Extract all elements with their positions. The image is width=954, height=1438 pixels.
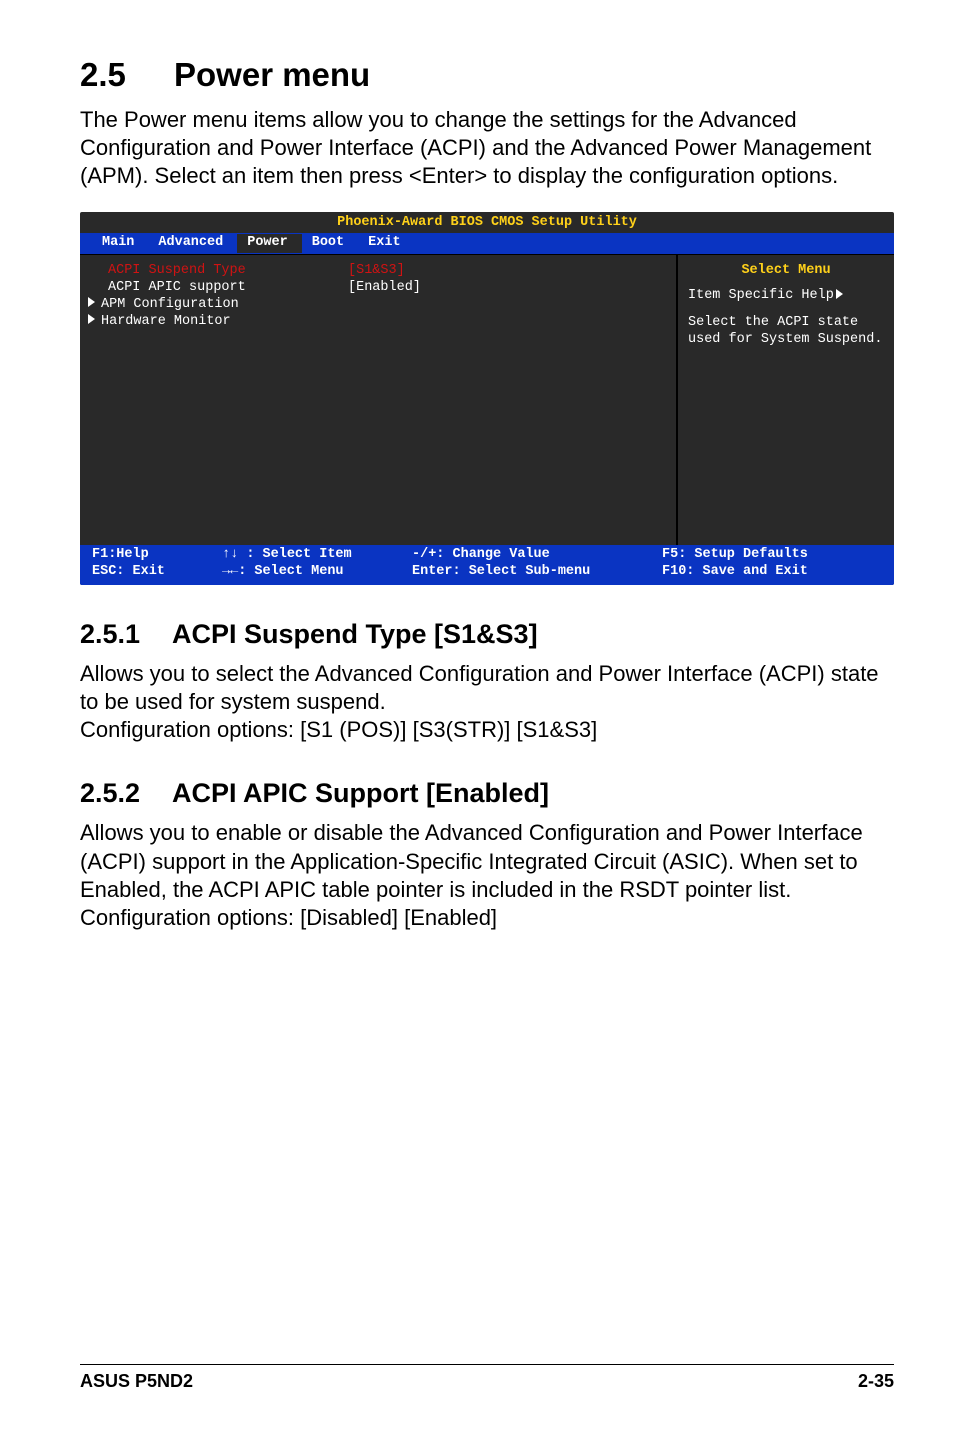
tab-advanced[interactable]: Advanced bbox=[148, 234, 237, 253]
item-value: [Enabled] bbox=[348, 280, 421, 297]
key-enter-submenu: Enter: Select Sub-menu bbox=[412, 564, 662, 581]
page-footer: ASUS P5ND2 2-35 bbox=[80, 1364, 894, 1392]
item-value: [S1&S3] bbox=[348, 263, 405, 280]
body-text: Allows you to enable or disable the Adva… bbox=[80, 819, 894, 932]
subsection-title: ACPI APIC Support [Enabled] bbox=[172, 778, 549, 808]
bios-screenshot: Phoenix-Award BIOS CMOS Setup Utility Ma… bbox=[80, 212, 894, 585]
submenu-triangle-icon bbox=[88, 314, 95, 324]
tab-exit[interactable]: Exit bbox=[358, 234, 414, 253]
footer-divider bbox=[80, 1364, 894, 1365]
key-select-menu: : Select Menu bbox=[238, 564, 343, 579]
tab-boot[interactable]: Boot bbox=[302, 234, 358, 253]
item-label: ACPI Suspend Type bbox=[108, 263, 246, 278]
subsection-heading: 2.5.2ACPI APIC Support [Enabled] bbox=[80, 778, 894, 809]
list-item[interactable]: Hardware Monitor bbox=[88, 314, 658, 331]
footer-left: ASUS P5ND2 bbox=[80, 1371, 193, 1392]
key-select-item: : Select Item bbox=[246, 547, 351, 562]
updown-arrows-icon bbox=[222, 547, 238, 562]
right-pane-title: Select Menu bbox=[688, 263, 884, 280]
leftright-arrows-icon bbox=[222, 564, 238, 579]
bios-left-pane: ACPI Suspend Type [S1&S3] ACPI APIC supp… bbox=[80, 255, 676, 545]
right-pane-body: Item Specific Help Select the ACPI state… bbox=[688, 288, 884, 349]
key-help: F1:Help bbox=[92, 547, 222, 564]
item-label: ACPI APIC support bbox=[108, 280, 246, 295]
footer-page-number: 2-35 bbox=[858, 1371, 894, 1392]
body-text: Configuration options: [S1 (POS)] [S3(ST… bbox=[80, 716, 894, 744]
section-number: 2.5 bbox=[80, 56, 174, 94]
list-item[interactable]: APM Configuration bbox=[88, 297, 658, 314]
bios-title: Phoenix-Award BIOS CMOS Setup Utility bbox=[80, 212, 894, 233]
item-label: APM Configuration bbox=[101, 297, 239, 312]
key-exit: ESC: Exit bbox=[92, 564, 222, 581]
subsection-title: ACPI Suspend Type [S1&S3] bbox=[172, 619, 538, 649]
list-item[interactable]: ACPI Suspend Type [S1&S3] bbox=[88, 263, 658, 280]
section-title: Power menu bbox=[174, 56, 370, 93]
subsection-heading: 2.5.1ACPI Suspend Type [S1&S3] bbox=[80, 619, 894, 650]
help-label: Item Specific Help bbox=[688, 288, 834, 303]
list-item[interactable]: ACPI APIC support [Enabled] bbox=[88, 280, 658, 297]
subsection-number: 2.5.2 bbox=[80, 778, 172, 809]
help-text: Select the ACPI state used for System Su… bbox=[688, 315, 884, 349]
key-save-exit: F10: Save and Exit bbox=[662, 564, 882, 581]
key-setup-defaults: F5: Setup Defaults bbox=[662, 547, 882, 564]
tab-power[interactable]: Power bbox=[237, 234, 302, 253]
intro-paragraph: The Power menu items allow you to change… bbox=[80, 106, 894, 190]
bios-footer: F1:Help ESC: Exit : Select Item : Select… bbox=[80, 545, 894, 585]
bios-body: ACPI Suspend Type [S1&S3] ACPI APIC supp… bbox=[80, 254, 894, 545]
body-text: Allows you to select the Advanced Config… bbox=[80, 660, 894, 716]
bios-right-pane: Select Menu Item Specific Help Select th… bbox=[676, 255, 894, 545]
tab-main[interactable]: Main bbox=[92, 234, 148, 253]
key-change-value: -/+: Change Value bbox=[412, 547, 662, 564]
submenu-triangle-icon bbox=[88, 297, 95, 307]
bios-menubar: Main Advanced Power Boot Exit bbox=[80, 233, 894, 254]
section-heading: 2.5Power menu bbox=[80, 56, 894, 94]
item-label: Hardware Monitor bbox=[101, 314, 231, 329]
subsection-number: 2.5.1 bbox=[80, 619, 172, 650]
right-triangle-icon bbox=[836, 289, 843, 299]
